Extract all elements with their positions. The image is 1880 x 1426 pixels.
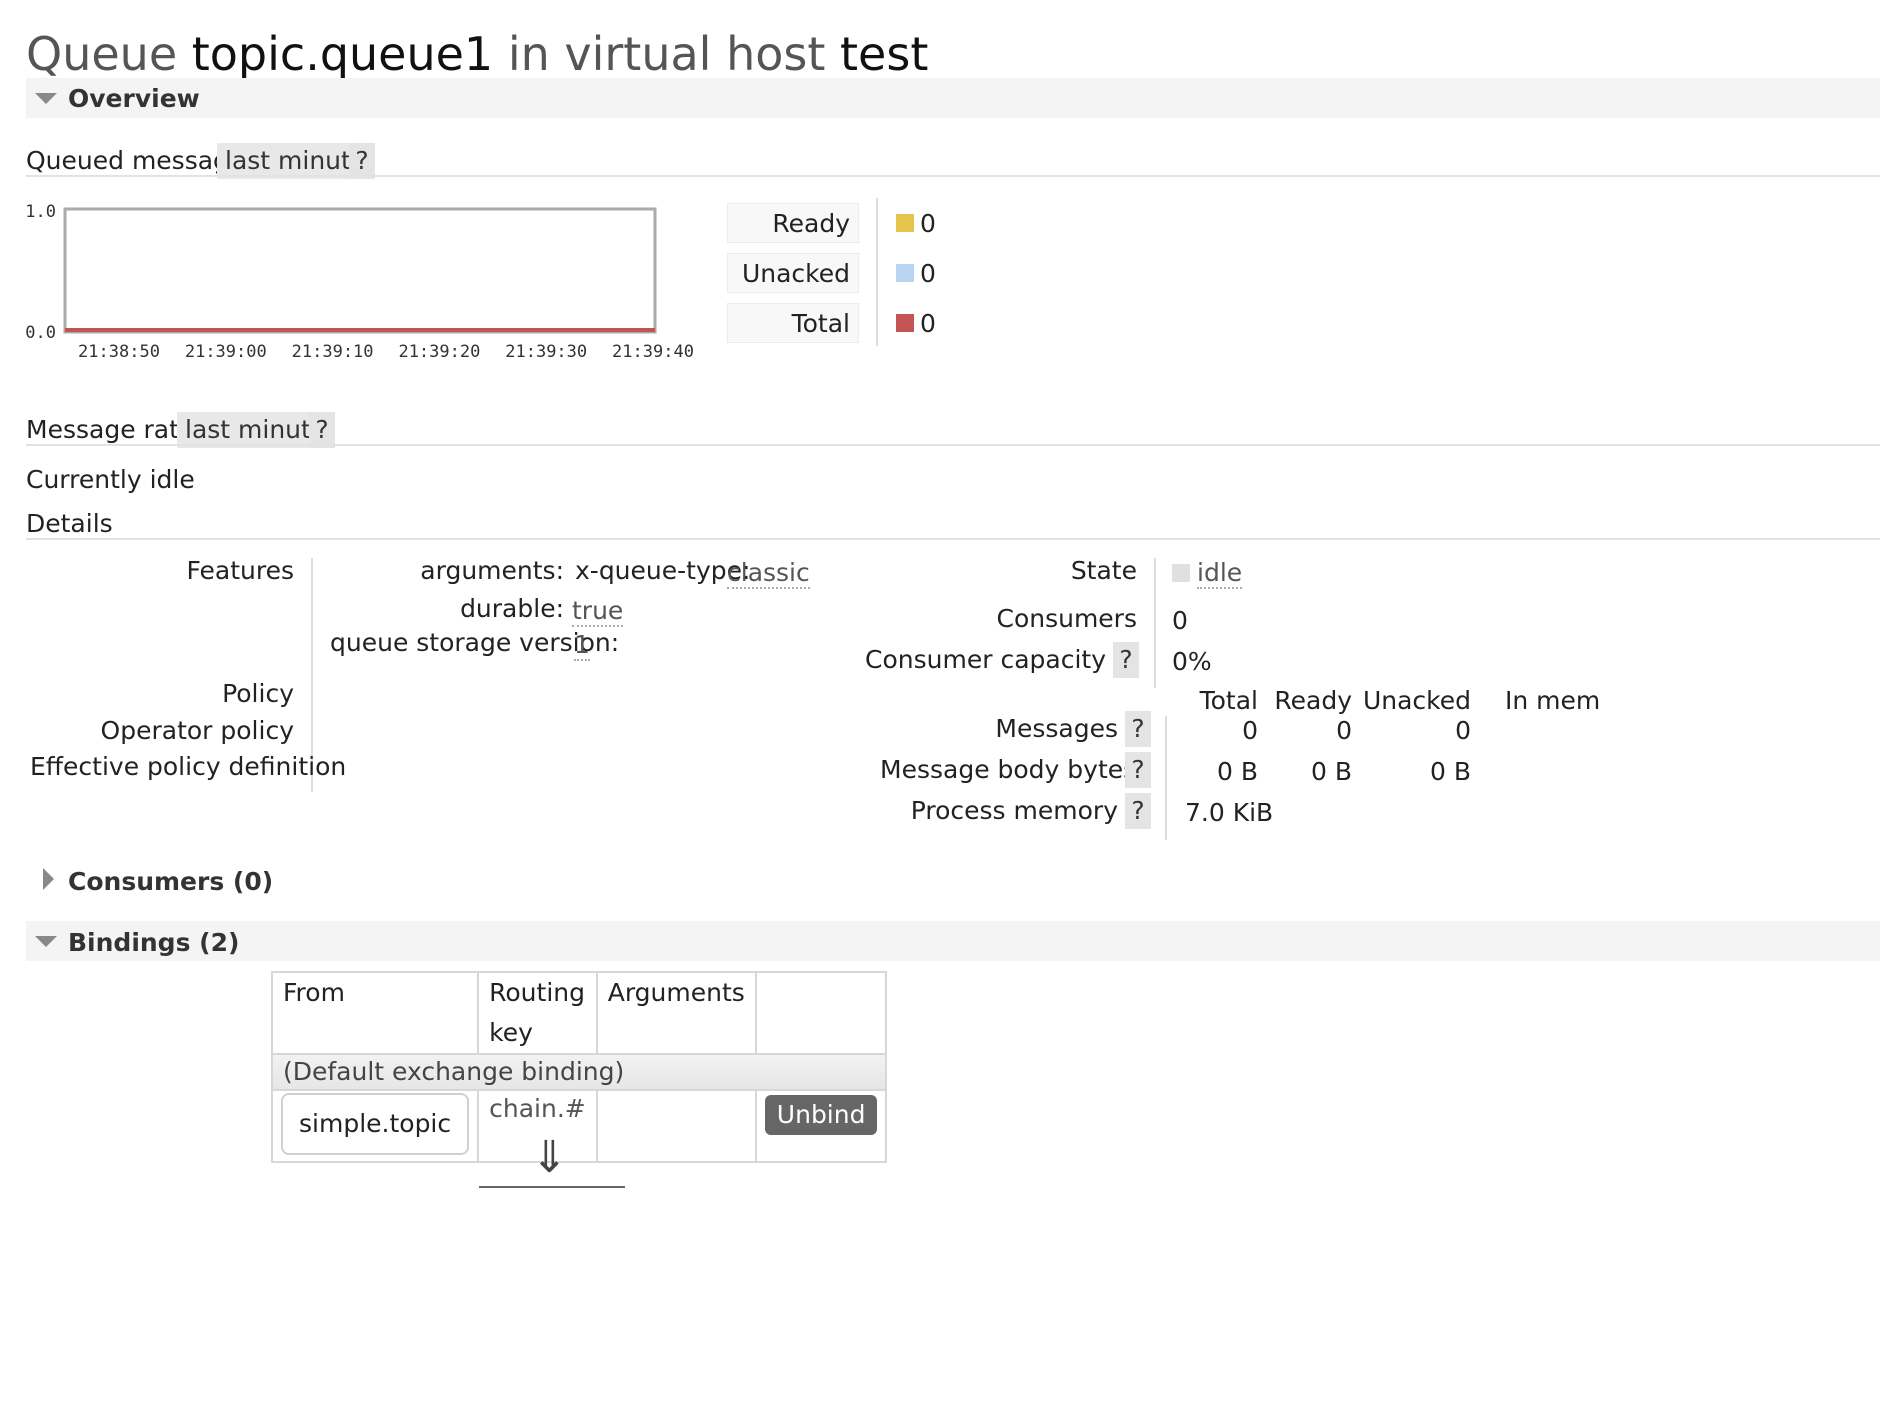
stats-header-total: Total: [1199, 686, 1258, 715]
legend-value-unacked: 0: [920, 259, 936, 288]
effective-policy-label: Effective policy definition: [30, 752, 347, 781]
col-arguments: Arguments: [595, 971, 757, 1055]
default-binding-label: (Default exchange binding): [270, 1053, 888, 1091]
consumers-value: 0: [1172, 606, 1188, 635]
messages-ready: 0: [1336, 716, 1352, 745]
consumer-capacity-value: 0%: [1172, 647, 1212, 676]
storage-version-label: queue storage version:: [330, 628, 620, 657]
consumer-capacity-label: Consumer capacity: [865, 645, 1106, 674]
messages-total: 0: [1242, 716, 1258, 745]
state-label: State: [1070, 556, 1137, 585]
collapse-icon[interactable]: [35, 93, 57, 104]
arguments-label: arguments:: [420, 556, 564, 585]
policy-label: Policy: [222, 679, 294, 708]
legend-swatch-unacked: [896, 264, 914, 282]
binding-from-cell: simple.topic: [270, 1089, 480, 1163]
bindings-table: From Routing key Arguments (Default exch…: [270, 971, 888, 1163]
x-tick-label: 21:39:40: [612, 342, 694, 362]
arrow-down-icon: ⇓: [531, 1132, 568, 1183]
page-title: Queue topic.queue1 in virtual host test: [26, 28, 928, 80]
legend-divider: [876, 198, 878, 346]
capacity-help-button[interactable]: ?: [1113, 642, 1139, 678]
col-from: From: [270, 971, 480, 1055]
process-memory-help-button[interactable]: ?: [1125, 793, 1151, 829]
unbind-button[interactable]: Unbind: [764, 1095, 878, 1135]
binding-arguments: [595, 1089, 757, 1163]
queue-name: topic.queue1: [191, 27, 494, 81]
vhost-name: test: [840, 27, 929, 81]
body-bytes-total: 0 B: [1216, 757, 1258, 786]
rates-help-button[interactable]: ?: [309, 412, 335, 448]
bindings-title[interactable]: Bindings (2): [68, 928, 239, 957]
queue-box-top: [479, 1186, 625, 1188]
rates-divider: [26, 444, 1880, 446]
x-tick-label: 21:39:10: [292, 342, 374, 362]
legend-value-ready: 0: [920, 209, 936, 238]
overview-title[interactable]: Overview: [68, 84, 200, 113]
title-mid: in virtual host: [507, 27, 826, 81]
messages-help-button[interactable]: ?: [1125, 711, 1151, 747]
storage-version-value: 1: [574, 630, 590, 661]
bindings-header-row: From Routing key Arguments: [270, 971, 888, 1055]
legend-swatch-total: [896, 314, 914, 332]
x-tick-label: 21:39:30: [505, 342, 587, 362]
legend-label-unacked: Unacked: [727, 253, 859, 293]
operator-policy-label: Operator policy: [100, 716, 294, 745]
details-label: Details: [26, 509, 113, 538]
consumers-label: Consumers: [996, 604, 1137, 633]
body-bytes-help-button[interactable]: ?: [1125, 752, 1151, 788]
body-bytes-ready: 0 B: [1310, 757, 1352, 786]
x-tick-label: 21:39:20: [398, 342, 480, 362]
arg-value: classic: [727, 558, 810, 589]
expand-icon[interactable]: [43, 868, 54, 890]
table-row: simple.topic chain.# Unbind: [270, 1089, 888, 1163]
durable-label: durable:: [460, 594, 564, 623]
features-label: Features: [186, 556, 295, 585]
state-divider: [1154, 558, 1156, 688]
legend-label-ready: Ready: [727, 203, 859, 243]
x-tick-label: 21:39:00: [185, 342, 267, 362]
body-bytes-label: Message body bytes: [880, 755, 1137, 784]
messages-unacked: 0: [1455, 716, 1471, 745]
default-binding-row: (Default exchange binding): [270, 1053, 888, 1091]
plot-area: [63, 207, 657, 334]
bindings-header[interactable]: [26, 921, 1880, 961]
queued-help-button[interactable]: ?: [349, 143, 375, 179]
y-tick-label: 0.0: [25, 323, 56, 343]
collapse-icon[interactable]: [35, 936, 57, 947]
legend-label-total: Total: [727, 303, 859, 343]
legend-swatch-ready: [896, 214, 914, 232]
overview-header[interactable]: [26, 78, 1880, 118]
details-divider: [26, 538, 1880, 540]
binding-action-cell: Unbind: [754, 1089, 888, 1163]
state-indicator: [1172, 564, 1190, 582]
y-tick-label: 1.0: [25, 202, 56, 222]
stats-header-unacked: Unacked: [1362, 686, 1471, 715]
queued-messages-chart: 1.0 0.0 21:38:50 21:39:00 21:39:10 21:39:20 21…: [25, 202, 694, 362]
process-memory-value: 7.0 KiB: [1185, 798, 1274, 827]
col-routing-key: Routing key: [477, 971, 598, 1055]
col-actions: [754, 971, 888, 1055]
body-bytes-unacked: 0 B: [1429, 757, 1471, 786]
legend-value-total: 0: [920, 309, 936, 338]
process-memory-label: Process memory: [910, 796, 1118, 825]
durable-value: true: [572, 596, 624, 627]
stats-divider: [1165, 716, 1167, 840]
title-prefix: Queue: [26, 27, 178, 81]
arg-key: x-queue-type:: [575, 556, 751, 585]
messages-label: Messages: [995, 714, 1118, 743]
consumers-section-title[interactable]: Consumers (0): [68, 867, 273, 896]
x-tick-label: 21:38:50: [78, 342, 160, 362]
stats-header-in-mem: In mem: [1505, 686, 1601, 715]
rates-status: Currently idle: [26, 465, 195, 494]
queued-divider: [26, 175, 1880, 177]
stats-header-ready: Ready: [1274, 686, 1352, 715]
state-value: idle: [1197, 558, 1243, 589]
exchange-link[interactable]: simple.topic: [281, 1093, 470, 1155]
